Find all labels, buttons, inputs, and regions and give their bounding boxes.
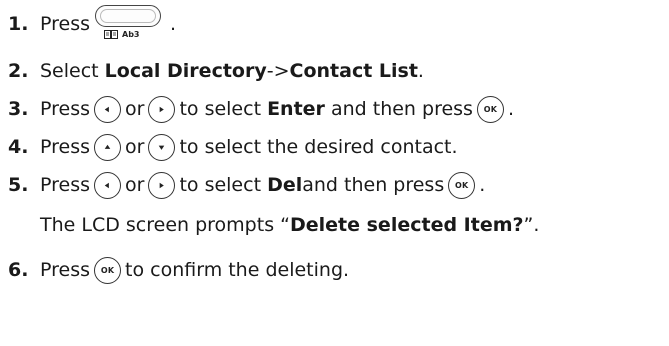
step-4: 4. Press or to select the desired contac… <box>0 131 458 163</box>
note-text: The LCD screen prompts “ <box>40 214 290 236</box>
ok-key-label: OK <box>100 265 115 275</box>
step-text: to select the desired contact. <box>179 136 458 158</box>
step-2: 2. Select Local Directory -> Contact Lis… <box>0 55 424 87</box>
ok-key-label: OK <box>455 180 469 190</box>
ok-key-label: OK <box>483 104 498 114</box>
step-number: 4. <box>8 136 29 158</box>
right-arrow-key-icon <box>148 171 176 199</box>
book-icon <box>104 30 119 39</box>
menu-local-directory: Local Directory <box>104 60 267 82</box>
step-text: Press <box>40 98 91 120</box>
ok-key-icon: OK <box>94 256 122 284</box>
up-arrow-key-icon <box>94 133 122 161</box>
right-arrow-key-icon <box>148 95 176 123</box>
step-5: 5. Press or to select Del and then press… <box>0 169 485 201</box>
step-text: or <box>125 136 145 158</box>
step-text: Press <box>40 174 91 196</box>
step-number: 5. <box>8 174 29 196</box>
note-text: ”. <box>523 214 540 236</box>
softkey-del: Del <box>267 174 303 196</box>
step-number: 1. <box>8 13 29 35</box>
menu-contact-list: Contact List <box>289 60 418 82</box>
step-text: to select <box>179 174 268 196</box>
left-arrow-key-icon <box>94 171 122 199</box>
instruction-steps: 1. Press Ab3 . 2. Select Local Directory… <box>0 0 669 346</box>
lcd-prompt-message: Delete selected Item? <box>289 214 524 236</box>
menu-separator: -> <box>266 60 290 82</box>
step-text: and then press <box>302 174 445 196</box>
lcd-prompt-note: The LCD screen prompts “ Delete selected… <box>0 209 539 241</box>
step-1: 1. Press Ab3 . <box>0 4 176 44</box>
step-text: Select <box>40 60 105 82</box>
step-text: . <box>417 60 424 82</box>
step-text: and then press <box>324 98 473 120</box>
step-text: to select <box>179 98 268 120</box>
step-6: 6. Press OK to confirm the deleting. <box>0 254 349 286</box>
step-number: 2. <box>8 60 29 82</box>
step-text: Press <box>40 13 91 35</box>
step-text: Press <box>40 259 91 281</box>
step-text: . <box>507 98 514 120</box>
ok-key-icon: OK <box>476 95 504 123</box>
step-text: . <box>479 174 486 196</box>
ok-key-icon: OK <box>448 171 476 199</box>
directory-key-label: Ab3 <box>104 30 140 39</box>
step-text: . <box>170 13 177 35</box>
step-text: to confirm the deleting. <box>125 259 350 281</box>
step-text: or <box>125 98 145 120</box>
step-3: 3. Press or to select Enter and then pre… <box>0 93 514 125</box>
directory-key-icon: Ab3 <box>94 4 164 44</box>
softkey-enter: Enter <box>267 98 325 120</box>
down-arrow-key-icon <box>148 133 176 161</box>
directory-key-text: Ab3 <box>122 30 140 39</box>
step-text: or <box>125 174 145 196</box>
step-number: 3. <box>8 98 29 120</box>
left-arrow-key-icon <box>94 95 122 123</box>
step-number: 6. <box>8 259 29 281</box>
step-text: Press <box>40 136 91 158</box>
directory-key-button-shape <box>95 5 162 27</box>
